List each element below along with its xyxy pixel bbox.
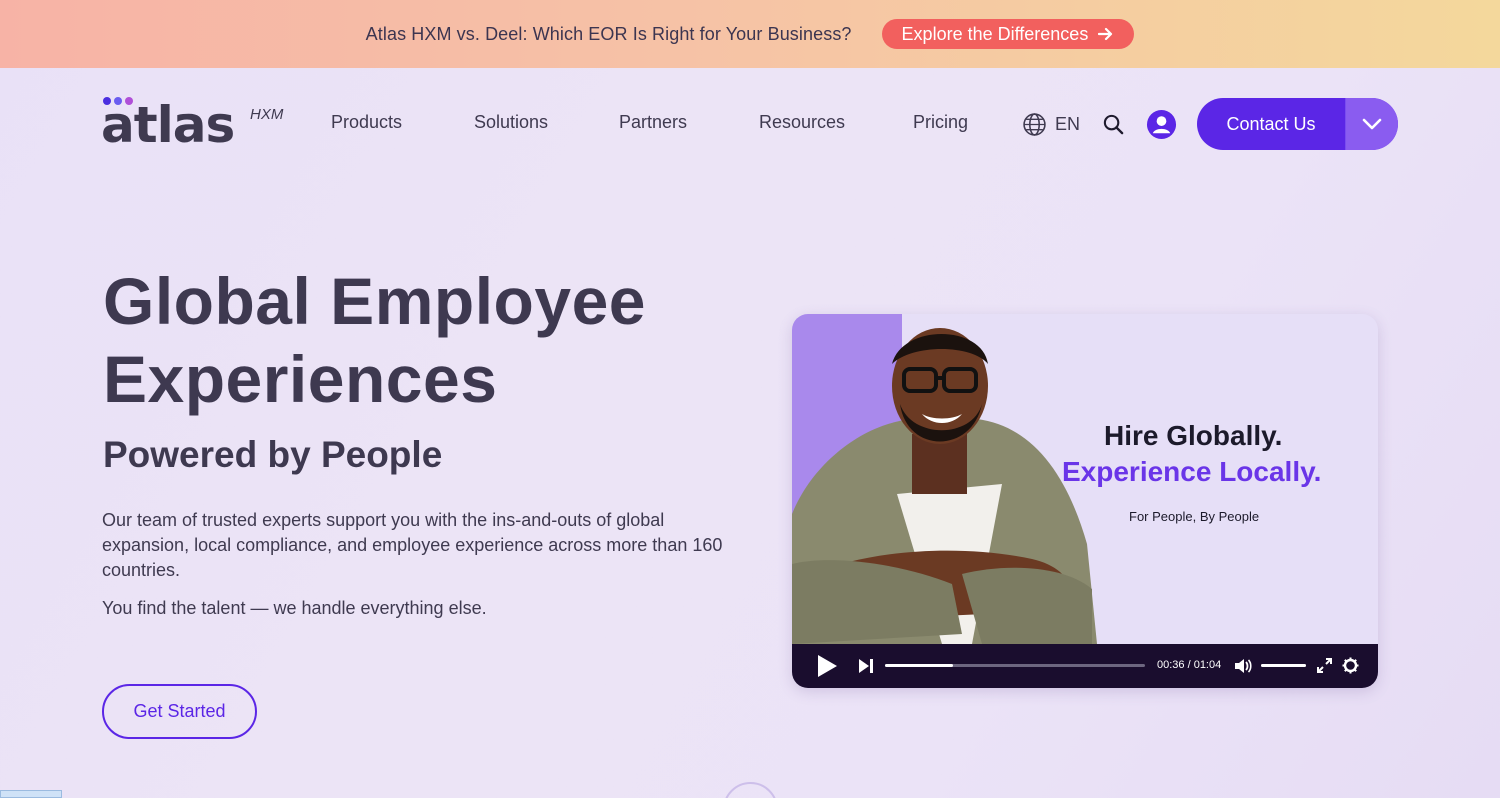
explore-differences-label: Explore the Differences (901, 23, 1089, 44)
play-icon[interactable] (816, 654, 838, 678)
volume-icon[interactable] (1234, 658, 1252, 674)
language-selector[interactable]: EN (1022, 112, 1080, 137)
hero-title-line2: Experiences (103, 342, 498, 416)
search-icon (1103, 114, 1124, 135)
nav-solutions[interactable]: Solutions (474, 112, 548, 133)
volume-slider[interactable] (1261, 664, 1306, 667)
get-started-button[interactable]: Get Started (102, 684, 257, 739)
search-button[interactable] (1102, 113, 1125, 141)
video-time: 00:36 / 01:04 (1157, 659, 1222, 671)
volume-fill (1261, 664, 1306, 667)
video-progress-bar[interactable] (885, 664, 1145, 667)
nav-products[interactable]: Products (331, 112, 402, 133)
chat-widget[interactable] (0, 790, 62, 798)
video-headline: Hire Globally. (1104, 420, 1283, 451)
account-button[interactable] (1146, 109, 1177, 145)
chevron-down-icon (1362, 118, 1382, 130)
explore-differences-button[interactable]: Explore the Differences (881, 19, 1135, 49)
nav-partners[interactable]: Partners (619, 112, 687, 133)
contact-us-split-button: Contact Us (1197, 98, 1398, 150)
skip-next-icon[interactable] (858, 658, 874, 674)
nav-pricing[interactable]: Pricing (913, 112, 968, 133)
hero-subtitle: Powered by People (103, 434, 443, 475)
arrow-right-icon (1098, 27, 1113, 41)
hero-title-line1: Global Employee (103, 264, 646, 338)
logo-superscript: HXM (250, 106, 284, 123)
logo-wordmark: atlas (101, 96, 235, 154)
contact-menu-toggle[interactable] (1345, 98, 1398, 150)
settings-icon[interactable] (1342, 657, 1359, 674)
hero-video[interactable]: Hire Globally. Experience Locally. For P… (792, 314, 1378, 688)
contact-us-button[interactable]: Contact Us (1197, 98, 1345, 150)
promo-text: Atlas HXM vs. Deel: Which EOR Is Right f… (365, 23, 852, 44)
video-tagline: For People, By People (1129, 509, 1260, 524)
fullscreen-icon[interactable] (1317, 658, 1332, 673)
video-controls: 00:36 / 01:04 (792, 644, 1378, 688)
user-icon (1146, 109, 1177, 140)
promo-banner: Atlas HXM vs. Deel: Which EOR Is Right f… (0, 0, 1500, 68)
globe-icon (1023, 113, 1046, 136)
hero-tagline: You find the talent — we handle everythi… (102, 598, 487, 618)
site-header: atlas HXM Products Solutions Partners Re… (0, 68, 1500, 180)
video-headline-accent: Experience Locally. (1062, 456, 1322, 487)
scroll-down-indicator[interactable] (723, 782, 778, 798)
atlas-logo[interactable]: atlas HXM (101, 96, 291, 154)
nav-resources[interactable]: Resources (759, 112, 845, 133)
hero-title: Global Employee Experiences (103, 262, 743, 418)
video-progress-fill (885, 664, 953, 667)
language-label: EN (1055, 114, 1081, 134)
hero-description: Our team of trusted experts support you … (102, 510, 723, 580)
